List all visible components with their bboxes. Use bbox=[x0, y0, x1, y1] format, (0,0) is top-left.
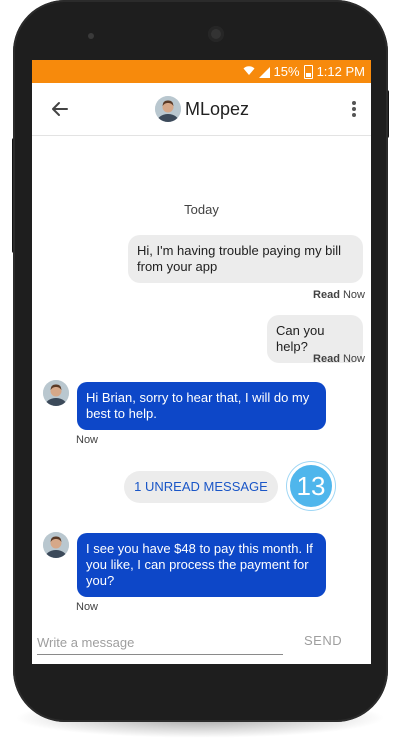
more-vert-icon[interactable] bbox=[351, 99, 357, 119]
contact-avatar bbox=[43, 380, 69, 406]
message-list[interactable]: Today Hi, I'm having trouble paying my b… bbox=[32, 136, 371, 626]
contact-avatar bbox=[43, 532, 69, 558]
date-divider: Today bbox=[184, 202, 219, 217]
message-time: Now bbox=[342, 353, 365, 365]
message-time: Now bbox=[342, 289, 365, 301]
message-composer: SEND bbox=[32, 626, 371, 664]
message-status: Read Now bbox=[313, 353, 365, 365]
message-time: Now bbox=[76, 434, 99, 446]
message-input[interactable] bbox=[37, 630, 283, 655]
read-label: Read bbox=[313, 353, 340, 365]
signal-icon bbox=[258, 66, 270, 78]
back-arrow-icon[interactable] bbox=[50, 99, 70, 119]
contact-info[interactable]: MLopez bbox=[155, 96, 249, 122]
status-bar: 15% 1:12 PM bbox=[32, 60, 371, 83]
send-button[interactable]: SEND bbox=[304, 633, 342, 648]
wifi-icon bbox=[243, 64, 255, 79]
unread-messages-button[interactable]: 1 UNREAD MESSAGE bbox=[124, 471, 278, 503]
conversation-header: MLopez bbox=[32, 83, 371, 136]
unread-count-badge[interactable]: 13 bbox=[287, 462, 335, 510]
contact-avatar bbox=[155, 96, 181, 122]
contact-name: MLopez bbox=[185, 98, 250, 119]
message-status: Read Now bbox=[313, 289, 365, 301]
sensor-dot bbox=[88, 33, 94, 39]
front-camera bbox=[208, 26, 224, 42]
battery-icon bbox=[303, 64, 313, 79]
incoming-message[interactable]: Hi Brian, sorry to hear that, I will do … bbox=[77, 382, 326, 430]
status-time: 1:12 PM bbox=[316, 64, 365, 79]
status-icons: 15% 1:12 PM bbox=[243, 64, 365, 79]
message-time: Now bbox=[76, 601, 99, 613]
incoming-message[interactable]: I see you have $48 to pay this month. If… bbox=[77, 533, 326, 597]
phone-screen: 15% 1:12 PM MLopez Today Hi, I'm having … bbox=[32, 60, 371, 664]
outgoing-message[interactable]: Hi, I'm having trouble paying my bill fr… bbox=[128, 235, 363, 283]
read-label: Read bbox=[313, 289, 340, 301]
battery-percent: 15% bbox=[273, 64, 300, 79]
